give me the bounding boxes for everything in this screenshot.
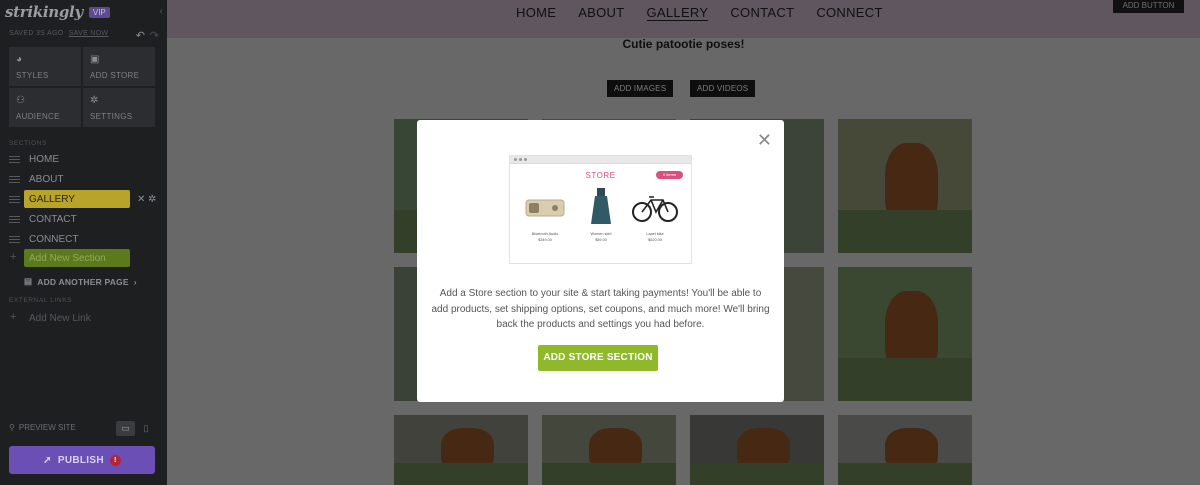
product-name: Lapel bike [646, 232, 664, 236]
gear-icon: ✲ [90, 95, 99, 106]
plus-icon: + [10, 251, 17, 263]
drag-handle-icon[interactable] [9, 216, 20, 223]
sidebar-item-label: HOME [29, 153, 59, 165]
drag-handle-icon[interactable] [9, 236, 20, 243]
sidebar-item-home[interactable]: HOME [0, 149, 167, 169]
store-preview-illustration: STORE 0 items Bluetooth Audio $349.00 Wo… [509, 155, 692, 264]
publish-button[interactable]: ➚ PUBLISH ! [9, 446, 155, 474]
plan-badge: VIP [88, 6, 110, 18]
sidebar-item-label: ABOUT [29, 173, 64, 185]
sidebar-item-about[interactable]: ABOUT [0, 169, 167, 189]
save-status: SAVED 3S AGO SAVE NOW [9, 30, 108, 37]
cart-badge: 0 items [656, 171, 683, 179]
drag-handle-icon[interactable] [9, 176, 20, 183]
chevron-left-icon[interactable]: ‹ [160, 6, 163, 17]
sidebar-item-connect[interactable]: CONNECT [0, 229, 167, 249]
product-price: $349.00 [538, 238, 552, 242]
add-another-page-button[interactable]: ▤ ADD ANOTHER PAGE › [24, 276, 137, 287]
add-another-page-label: ADD ANOTHER PAGE [37, 276, 129, 287]
add-new-section-label: Add New Section [29, 253, 106, 264]
mobile-view-icon[interactable]: ▯ [140, 421, 152, 436]
sidebar-item-gallery[interactable]: GALLERY ✕ ✲ [0, 189, 167, 209]
audience-tile[interactable]: ⚇ AUDIENCE [9, 88, 81, 127]
product-price: $520.00 [648, 238, 662, 242]
preview-site-link[interactable]: ⚲ PREVIEW SITE [9, 423, 76, 432]
sidebar-item-label: CONTACT [29, 213, 77, 225]
undo-icon[interactable]: ↶ [136, 29, 145, 42]
strikingly-logo[interactable]: strikingly [5, 3, 83, 21]
delete-section-icon[interactable]: ✕ [137, 194, 145, 205]
sections-heading: SECTIONS [9, 140, 48, 147]
logo-row: strikingly VIP [5, 3, 110, 21]
external-links-heading: EXTERNAL LINKS [9, 297, 73, 304]
publish-label: PUBLISH [57, 454, 104, 466]
product-price: $59.00 [595, 238, 607, 242]
settings-tile[interactable]: ✲ SETTINGS [83, 88, 155, 127]
illustration-product: Lapel bike $520.00 [628, 188, 682, 242]
people-icon: ⚇ [16, 95, 25, 106]
page-icon: ▤ [24, 276, 33, 286]
audience-label: AUDIENCE [16, 112, 60, 121]
add-store-modal: ✕ STORE 0 items Bluetooth Audio $349.00 [417, 120, 784, 402]
add-store-tile[interactable]: ▣ ADD STORE [83, 47, 155, 86]
preview-site-label: PREVIEW SITE [18, 423, 76, 432]
saved-text: SAVED 3S AGO [9, 30, 64, 37]
site-canvas: HOME ABOUT GALLERY CONTACT CONNECT ADD B… [167, 0, 1200, 485]
search-icon: ⚲ [9, 423, 15, 432]
editor-sidebar: strikingly VIP ‹ SAVED 3S AGO SAVE NOW ↶… [0, 0, 167, 485]
settings-label: SETTINGS [90, 112, 133, 121]
rocket-icon: ➚ [43, 454, 52, 466]
speaker-icon [525, 199, 565, 217]
illustration-product: Women skirt $59.00 [574, 188, 628, 242]
sidebar-item-label: CONNECT [29, 233, 79, 245]
drag-handle-icon[interactable] [9, 156, 20, 163]
publish-alert-badge: ! [109, 454, 121, 466]
add-new-link-button[interactable]: Add New Link [29, 313, 91, 324]
modal-description: Add a Store section to your site & start… [431, 288, 770, 330]
illustration-product: Bluetooth Audio $349.00 [518, 188, 572, 242]
styles-label: STYLES [16, 71, 49, 80]
save-now-link[interactable]: SAVE NOW [69, 30, 109, 37]
section-settings-gear-icon[interactable]: ✲ [148, 194, 156, 205]
palette-icon: ◕ [16, 54, 23, 65]
redo-icon[interactable]: ↷ [150, 29, 159, 42]
chevron-right-icon: › [133, 276, 137, 287]
product-name: Bluetooth Audio [531, 232, 559, 236]
add-store-section-button[interactable]: ADD STORE SECTION [538, 345, 658, 371]
tool-tiles: ◕ STYLES ▣ ADD STORE ⚇ AUDIENCE ✲ SETTIN… [9, 47, 155, 127]
sidebar-item-label: GALLERY [29, 193, 75, 205]
close-icon[interactable]: ✕ [757, 130, 772, 150]
store-icon: ▣ [90, 54, 100, 65]
drag-handle-icon[interactable] [9, 196, 20, 203]
skirt-icon [591, 188, 611, 224]
plus-icon: + [10, 311, 17, 323]
browser-bar [510, 156, 691, 164]
product-name: Women skirt [590, 232, 612, 236]
add-store-label: ADD STORE [90, 71, 140, 80]
sidebar-item-contact[interactable]: CONTACT [0, 209, 167, 229]
desktop-view-icon[interactable]: ▭ [116, 421, 135, 436]
styles-tile[interactable]: ◕ STYLES [9, 47, 81, 86]
bicycle-icon [632, 196, 678, 222]
